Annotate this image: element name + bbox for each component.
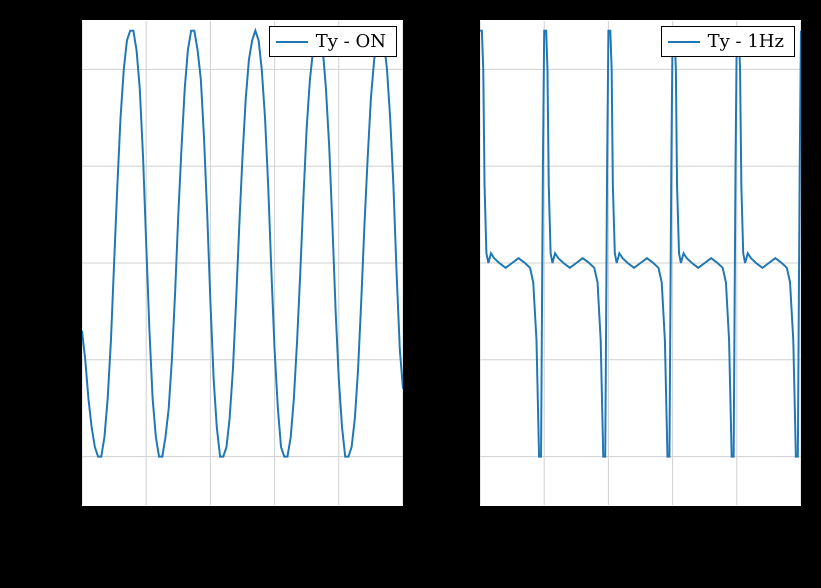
xtick: 3 (269, 512, 281, 532)
x-axis-label: Time [s] (603, 540, 686, 564)
ytick: -20 (40, 449, 76, 469)
xtick: 2 (204, 512, 216, 532)
ytick: 10 (48, 155, 76, 175)
ytick: -10 (438, 351, 474, 371)
ytick: -10 (40, 351, 76, 371)
xtick: 2 (602, 512, 614, 532)
xtick: 1 (139, 512, 151, 532)
left-plot: Ty - ON (80, 18, 405, 508)
series-ty-1hz (480, 31, 801, 457)
y-axis-label: Torque [Nm] (428, 191, 452, 320)
legend-left: Ty - ON (269, 26, 397, 57)
legend-swatch (668, 41, 700, 43)
xtick: 5 (399, 512, 411, 532)
figure: { "chart_data": [ { "type": "line", "tit… (0, 0, 821, 588)
left-plot-svg (82, 20, 403, 506)
xtick: 0 (472, 512, 484, 532)
legend-swatch (276, 41, 308, 43)
xtick: 3 (667, 512, 679, 532)
series-ty-on (82, 31, 403, 457)
xtick: 4 (334, 512, 346, 532)
xtick: 4 (732, 512, 744, 532)
ytick: 20 (48, 57, 76, 77)
xtick: 1 (537, 512, 549, 532)
right-plot: Ty - 1Hz (478, 18, 803, 508)
xtick: 0 (74, 512, 86, 532)
grid (82, 21, 403, 505)
xtick: 5 (797, 512, 809, 532)
legend-label: Ty - 1Hz (708, 31, 784, 52)
legend-label: Ty - ON (316, 31, 386, 52)
legend-right: Ty - 1Hz (661, 26, 795, 57)
ytick: -20 (438, 449, 474, 469)
ytick: 10 (446, 155, 474, 175)
right-plot-svg (480, 20, 801, 506)
ytick: 20 (446, 57, 474, 77)
y-axis-label: Torque [Nm] (30, 191, 54, 320)
x-axis-label: Time [s] (205, 540, 288, 564)
